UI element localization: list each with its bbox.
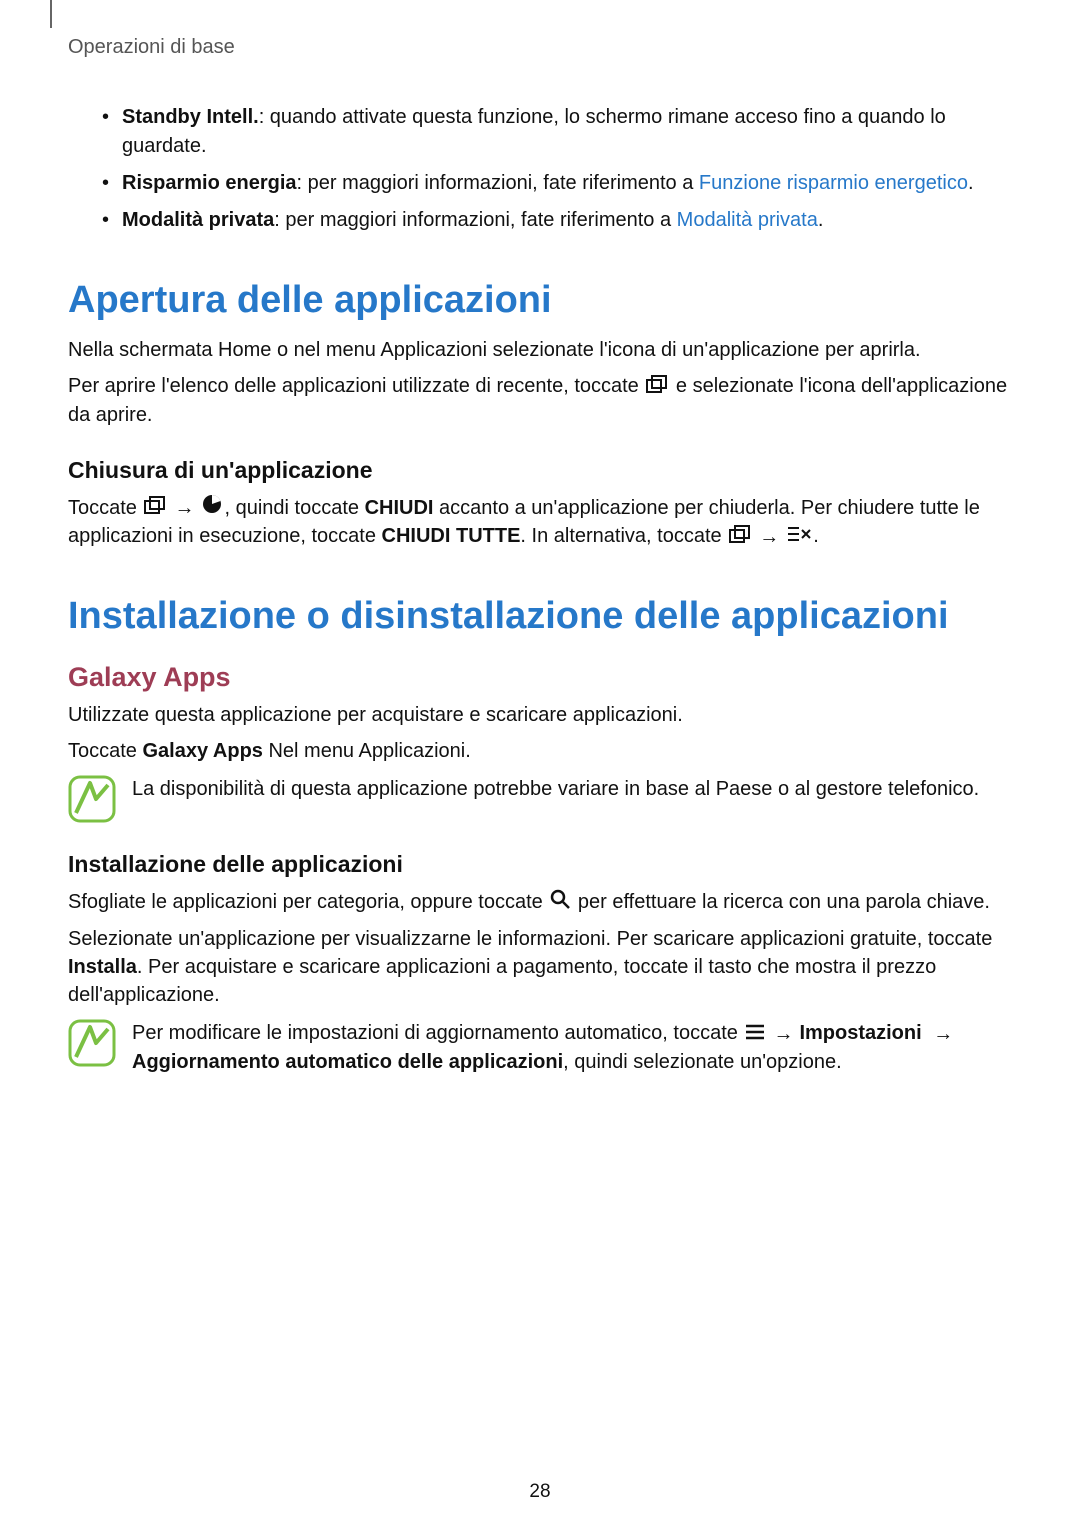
link-private-mode[interactable]: Modalità privata: [677, 209, 818, 231]
section-title-install-apps: Installazione o disinstallazione delle a…: [68, 595, 1012, 638]
bullet-text: : per maggiori informazioni, fate riferi…: [274, 209, 676, 231]
aggiornamento-label: Aggiornamento automatico delle applicazi…: [132, 1051, 563, 1073]
chiudi-tutte-label: CHIUDI TUTTE: [382, 525, 521, 547]
recent-apps-icon: [646, 373, 668, 401]
search-icon: [550, 889, 570, 917]
impostazioni-label: Impostazioni: [799, 1022, 921, 1044]
pie-icon: [202, 494, 222, 522]
paragraph: Nella schermata Home o nel menu Applicaz…: [68, 336, 1012, 364]
paragraph: Toccate →, quindi toccate CHIUDI accanto…: [68, 494, 1012, 551]
galaxy-apps-bold: Galaxy Apps: [142, 740, 262, 762]
note-block: La disponibilità di questa applicazione …: [68, 775, 1012, 823]
text: Nel menu Applicazioni.: [263, 740, 471, 762]
arrow-icon: →: [759, 523, 779, 551]
close-all-icon: [787, 523, 811, 551]
list-item: Standby Intell.: quando attivate questa …: [98, 103, 1012, 161]
tab-mark: [50, 0, 52, 28]
text: Toccate: [68, 740, 142, 762]
recent-apps-icon: [144, 494, 166, 522]
arrow-icon: →: [773, 1020, 793, 1048]
page-number: 28: [0, 1481, 1080, 1503]
note-icon: [68, 1019, 116, 1067]
note-icon: [68, 775, 116, 823]
text: Per modificare le impostazioni di aggior…: [132, 1022, 743, 1044]
galaxy-apps-title: Galaxy Apps: [68, 662, 1012, 693]
page: Operazioni di base Standby Intell.: quan…: [0, 0, 1080, 1527]
text: . Per acquistare e scaricare applicazion…: [68, 956, 936, 1006]
paragraph: Toccate Galaxy Apps Nel menu Applicazion…: [68, 737, 1012, 765]
paragraph: Per aprire l'elenco delle applicazioni u…: [68, 372, 1012, 429]
section-title-open-apps: Apertura delle applicazioni: [68, 279, 1012, 322]
text: .: [813, 525, 819, 547]
arrow-icon: →: [174, 494, 194, 522]
text: Selezionate un'applicazione per visualiz…: [68, 928, 992, 950]
text: , quindi selezionate un'opzione.: [563, 1051, 841, 1073]
bullet-tail: .: [818, 209, 824, 231]
recent-apps-icon: [729, 523, 751, 551]
sub-title-close-app: Chiusura di un'applicazione: [68, 457, 1012, 484]
paragraph: Sfogliate le applicazioni per categoria,…: [68, 888, 1012, 917]
header-title: Operazioni di base: [68, 36, 1012, 59]
text: per effettuare la ricerca con una parola…: [572, 891, 990, 913]
note-text: La disponibilità di questa applicazione …: [132, 775, 1012, 803]
note-block: Per modificare le impostazioni di aggior…: [68, 1019, 1012, 1076]
bullet-bold: Modalità privata: [122, 209, 274, 231]
text: Sfogliate le applicazioni per categoria,…: [68, 891, 548, 913]
text: Per aprire l'elenco delle applicazioni u…: [68, 375, 644, 397]
text: Toccate: [68, 497, 142, 519]
bullet-text: : per maggiori informazioni, fate riferi…: [297, 172, 699, 194]
installa-label: Installa: [68, 956, 137, 978]
text: . In alternativa, toccate: [520, 525, 727, 547]
bullet-bold: Standby Intell.: [122, 106, 259, 128]
arrow-icon: →: [933, 1020, 953, 1048]
paragraph: Selezionate un'applicazione per visualiz…: [68, 925, 1012, 1009]
link-energy-saving[interactable]: Funzione risparmio energetico: [699, 172, 968, 194]
bullet-list: Standby Intell.: quando attivate questa …: [68, 103, 1012, 235]
bullet-bold: Risparmio energia: [122, 172, 297, 194]
list-item: Risparmio energia: per maggiori informaz…: [98, 169, 1012, 198]
text: , quindi toccate: [224, 497, 364, 519]
menu-icon: [745, 1020, 765, 1048]
list-item: Modalità privata: per maggiori informazi…: [98, 206, 1012, 235]
bullet-tail: .: [968, 172, 974, 194]
paragraph: Utilizzate questa applicazione per acqui…: [68, 701, 1012, 729]
sub-title-install: Installazione delle applicazioni: [68, 851, 1012, 878]
note-text: Per modificare le impostazioni di aggior…: [132, 1019, 1012, 1076]
chiudi-label: CHIUDI: [365, 497, 434, 519]
